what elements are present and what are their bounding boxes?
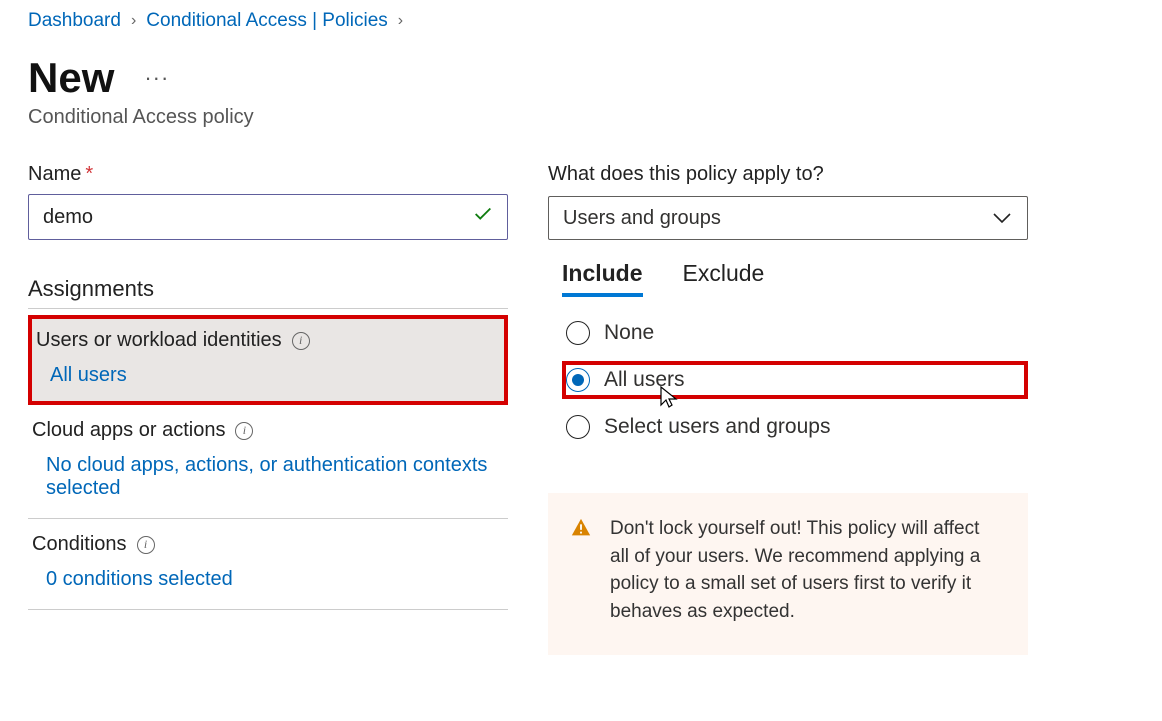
chevron-right-icon: › bbox=[131, 12, 136, 30]
policy-name-input[interactable] bbox=[28, 194, 508, 240]
radio-all-users-label: All users bbox=[604, 368, 685, 392]
warning-icon bbox=[570, 517, 592, 625]
radio-select-users-label: Select users and groups bbox=[604, 415, 830, 439]
assignments-header: Assignments bbox=[28, 276, 508, 309]
radio-all-users[interactable]: All users bbox=[562, 361, 1028, 399]
apply-to-label: What does this policy apply to? bbox=[548, 163, 1028, 186]
warning-text: Don't lock yourself out! This policy wil… bbox=[610, 515, 1002, 625]
page-subtitle: Conditional Access policy bbox=[28, 106, 1134, 129]
assignment-users-title: Users or workload identities bbox=[36, 329, 282, 352]
radio-none[interactable]: None bbox=[566, 321, 1028, 345]
chevron-right-icon: › bbox=[398, 12, 403, 30]
assignment-users[interactable]: Users or workload identities i All users bbox=[28, 315, 508, 405]
name-label: Name* bbox=[28, 163, 508, 186]
info-icon[interactable]: i bbox=[292, 332, 310, 350]
tab-exclude[interactable]: Exclude bbox=[683, 260, 765, 297]
radio-select-users[interactable]: Select users and groups bbox=[566, 415, 1028, 439]
chevron-down-icon bbox=[992, 212, 1012, 224]
info-icon[interactable]: i bbox=[235, 422, 253, 440]
breadcrumb-ca-policies[interactable]: Conditional Access | Policies bbox=[146, 10, 388, 32]
breadcrumb-dashboard[interactable]: Dashboard bbox=[28, 10, 121, 32]
assignment-conditions-value: 0 conditions selected bbox=[32, 568, 504, 591]
assignment-users-value: All users bbox=[36, 364, 500, 387]
assignment-cloud-value: No cloud apps, actions, or authenticatio… bbox=[32, 454, 504, 500]
tab-include[interactable]: Include bbox=[562, 260, 643, 297]
radio-none-label: None bbox=[604, 321, 654, 345]
breadcrumb: Dashboard › Conditional Access | Policie… bbox=[28, 10, 1134, 32]
assignment-cloud-apps[interactable]: Cloud apps or actions i No cloud apps, a… bbox=[28, 405, 508, 519]
radio-icon bbox=[566, 321, 590, 345]
radio-icon bbox=[566, 368, 590, 392]
apply-to-select[interactable]: Users and groups bbox=[548, 196, 1028, 240]
info-icon[interactable]: i bbox=[137, 536, 155, 554]
assignment-conditions[interactable]: Conditions i 0 conditions selected bbox=[28, 519, 508, 610]
apply-to-value: Users and groups bbox=[563, 207, 721, 230]
include-exclude-tabs: Include Exclude bbox=[562, 260, 1028, 297]
checkmark-icon bbox=[472, 203, 494, 231]
assignment-cloud-title: Cloud apps or actions bbox=[32, 419, 225, 442]
radio-icon bbox=[566, 415, 590, 439]
page-title: New bbox=[28, 54, 114, 102]
assignment-conditions-title: Conditions bbox=[32, 533, 127, 556]
warning-callout: Don't lock yourself out! This policy wil… bbox=[548, 493, 1028, 655]
more-menu-button[interactable]: ··· bbox=[144, 65, 169, 91]
